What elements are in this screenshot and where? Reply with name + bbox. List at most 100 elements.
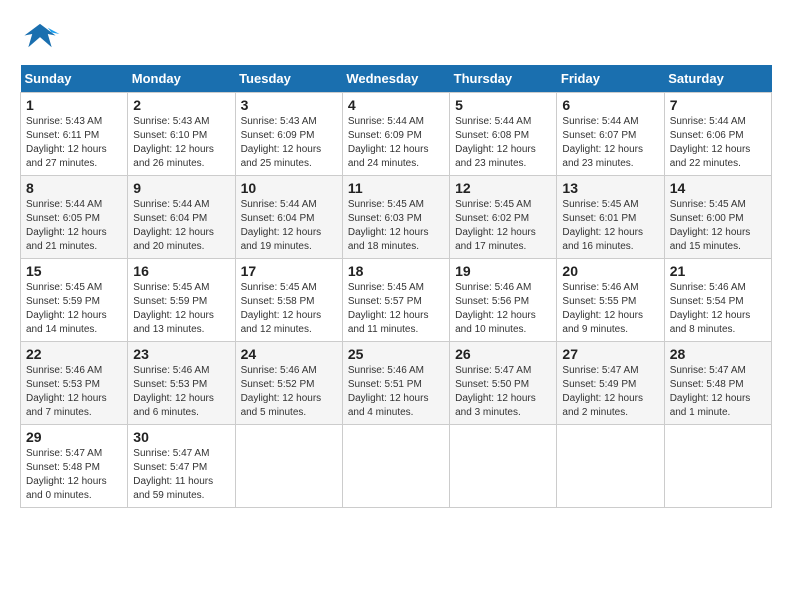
- calendar-week-row: 8Sunrise: 5:44 AM Sunset: 6:05 PM Daylig…: [21, 176, 772, 259]
- column-header-saturday: Saturday: [664, 65, 771, 93]
- day-info: Sunrise: 5:45 AM Sunset: 5:59 PM Dayligh…: [133, 281, 229, 337]
- day-info: Sunrise: 5:43 AM Sunset: 6:11 PM Dayligh…: [26, 115, 122, 171]
- day-info: Sunrise: 5:45 AM Sunset: 5:58 PM Dayligh…: [241, 281, 337, 337]
- day-info: Sunrise: 5:46 AM Sunset: 5:53 PM Dayligh…: [133, 364, 229, 420]
- calendar-body: 1 Sunrise: 5:43 AM Sunset: 6:11 PM Daylig…: [21, 93, 772, 508]
- day-number: 9: [133, 180, 229, 196]
- day-info: Sunrise: 5:43 AM Sunset: 6:10 PM Dayligh…: [133, 115, 229, 171]
- day-number: 3: [241, 97, 337, 113]
- logo: [20, 20, 64, 55]
- day-number: 20: [562, 263, 658, 279]
- calendar-header: SundayMondayTuesdayWednesdayThursdayFrid…: [21, 65, 772, 93]
- day-number: 4: [348, 97, 444, 113]
- calendar-day-cell: 30 Sunrise: 5:47 AM Sunset: 5:47 PM Dayli…: [128, 425, 235, 508]
- column-header-sunday: Sunday: [21, 65, 128, 93]
- day-number: 13: [562, 180, 658, 196]
- calendar-day-cell: 1 Sunrise: 5:43 AM Sunset: 6:11 PM Daylig…: [21, 93, 128, 176]
- day-number: 21: [670, 263, 766, 279]
- day-info: Sunrise: 5:47 AM Sunset: 5:49 PM Dayligh…: [562, 364, 658, 420]
- logo-icon: [20, 20, 60, 55]
- day-info: Sunrise: 5:45 AM Sunset: 6:02 PM Dayligh…: [455, 198, 551, 254]
- calendar-day-cell: 11 Sunrise: 5:45 AM Sunset: 6:03 PM Dayli…: [342, 176, 449, 259]
- calendar-day-cell: 14Sunrise: 5:45 AM Sunset: 6:00 PM Dayli…: [664, 176, 771, 259]
- calendar-day-cell: 20 Sunrise: 5:46 AM Sunset: 5:55 PM Dayli…: [557, 259, 664, 342]
- calendar-day-cell: 10 Sunrise: 5:44 AM Sunset: 6:04 PM Dayli…: [235, 176, 342, 259]
- empty-cell: [450, 425, 557, 508]
- day-info: Sunrise: 5:45 AM Sunset: 6:01 PM Dayligh…: [562, 198, 658, 254]
- day-number: 10: [241, 180, 337, 196]
- header-row: SundayMondayTuesdayWednesdayThursdayFrid…: [21, 65, 772, 93]
- calendar-day-cell: 22Sunrise: 5:46 AM Sunset: 5:53 PM Dayli…: [21, 342, 128, 425]
- day-info: Sunrise: 5:46 AM Sunset: 5:54 PM Dayligh…: [670, 281, 766, 337]
- calendar-table: SundayMondayTuesdayWednesdayThursdayFrid…: [20, 65, 772, 508]
- calendar-day-cell: 17 Sunrise: 5:45 AM Sunset: 5:58 PM Dayli…: [235, 259, 342, 342]
- calendar-day-cell: 4 Sunrise: 5:44 AM Sunset: 6:09 PM Daylig…: [342, 93, 449, 176]
- day-number: 18: [348, 263, 444, 279]
- calendar-day-cell: 3Sunrise: 5:43 AM Sunset: 6:09 PM Daylig…: [235, 93, 342, 176]
- calendar-day-cell: 13 Sunrise: 5:45 AM Sunset: 6:01 PM Dayli…: [557, 176, 664, 259]
- day-info: Sunrise: 5:46 AM Sunset: 5:51 PM Dayligh…: [348, 364, 444, 420]
- calendar-day-cell: 25 Sunrise: 5:46 AM Sunset: 5:51 PM Dayli…: [342, 342, 449, 425]
- calendar-day-cell: 21 Sunrise: 5:46 AM Sunset: 5:54 PM Dayli…: [664, 259, 771, 342]
- calendar-day-cell: 16 Sunrise: 5:45 AM Sunset: 5:59 PM Dayli…: [128, 259, 235, 342]
- day-info: Sunrise: 5:44 AM Sunset: 6:09 PM Dayligh…: [348, 115, 444, 171]
- calendar-day-cell: 5 Sunrise: 5:44 AM Sunset: 6:08 PM Daylig…: [450, 93, 557, 176]
- calendar-week-row: 29 Sunrise: 5:47 AM Sunset: 5:48 PM Dayli…: [21, 425, 772, 508]
- column-header-friday: Friday: [557, 65, 664, 93]
- calendar-day-cell: 7Sunrise: 5:44 AM Sunset: 6:06 PM Daylig…: [664, 93, 771, 176]
- day-number: 2: [133, 97, 229, 113]
- day-number: 22: [26, 346, 122, 362]
- day-number: 1: [26, 97, 122, 113]
- calendar-week-row: 22 Sunrise: 5:46 AM Sunset: 5:53 PM Dayli…: [21, 342, 772, 425]
- day-info: Sunrise: 5:45 AM Sunset: 5:57 PM Dayligh…: [348, 281, 444, 337]
- day-number: 12: [455, 180, 551, 196]
- day-number: 30: [133, 429, 229, 445]
- day-info: Sunrise: 5:44 AM Sunset: 6:05 PM Dayligh…: [26, 198, 122, 254]
- column-header-tuesday: Tuesday: [235, 65, 342, 93]
- calendar-day-cell: 23 Sunrise: 5:46 AM Sunset: 5:53 PM Dayli…: [128, 342, 235, 425]
- empty-cell: [342, 425, 449, 508]
- day-info: Sunrise: 5:46 AM Sunset: 5:55 PM Dayligh…: [562, 281, 658, 337]
- calendar-day-cell: 19Sunrise: 5:46 AM Sunset: 5:56 PM Dayli…: [450, 259, 557, 342]
- day-number: 23: [133, 346, 229, 362]
- calendar-day-cell: 18 Sunrise: 5:45 AM Sunset: 5:57 PM Dayli…: [342, 259, 449, 342]
- column-header-thursday: Thursday: [450, 65, 557, 93]
- calendar-week-row: 15Sunrise: 5:45 AM Sunset: 5:59 PM Dayli…: [21, 259, 772, 342]
- day-number: 26: [455, 346, 551, 362]
- calendar-day-cell: 2 Sunrise: 5:43 AM Sunset: 6:10 PM Daylig…: [128, 93, 235, 176]
- day-info: Sunrise: 5:47 AM Sunset: 5:48 PM Dayligh…: [26, 447, 122, 503]
- day-info: Sunrise: 5:47 AM Sunset: 5:47 PM Dayligh…: [133, 447, 229, 503]
- calendar-day-cell: 6 Sunrise: 5:44 AM Sunset: 6:07 PM Daylig…: [557, 93, 664, 176]
- day-info: Sunrise: 5:46 AM Sunset: 5:52 PM Dayligh…: [241, 364, 337, 420]
- day-number: 28: [670, 346, 766, 362]
- calendar-day-cell: 29 Sunrise: 5:47 AM Sunset: 5:48 PM Dayli…: [21, 425, 128, 508]
- column-header-monday: Monday: [128, 65, 235, 93]
- day-info: Sunrise: 5:44 AM Sunset: 6:08 PM Dayligh…: [455, 115, 551, 171]
- calendar-day-cell: 28 Sunrise: 5:47 AM Sunset: 5:48 PM Dayli…: [664, 342, 771, 425]
- day-info: Sunrise: 5:44 AM Sunset: 6:04 PM Dayligh…: [241, 198, 337, 254]
- day-number: 6: [562, 97, 658, 113]
- empty-cell: [664, 425, 771, 508]
- page-header: [20, 20, 772, 55]
- calendar-week-row: 1 Sunrise: 5:43 AM Sunset: 6:11 PM Daylig…: [21, 93, 772, 176]
- calendar-day-cell: 26Sunrise: 5:47 AM Sunset: 5:50 PM Dayli…: [450, 342, 557, 425]
- day-info: Sunrise: 5:47 AM Sunset: 5:48 PM Dayligh…: [670, 364, 766, 420]
- day-info: Sunrise: 5:44 AM Sunset: 6:04 PM Dayligh…: [133, 198, 229, 254]
- day-info: Sunrise: 5:45 AM Sunset: 6:00 PM Dayligh…: [670, 198, 766, 254]
- calendar-day-cell: 24Sunrise: 5:46 AM Sunset: 5:52 PM Dayli…: [235, 342, 342, 425]
- day-number: 11: [348, 180, 444, 196]
- day-number: 29: [26, 429, 122, 445]
- calendar-day-cell: 27Sunrise: 5:47 AM Sunset: 5:49 PM Dayli…: [557, 342, 664, 425]
- day-number: 5: [455, 97, 551, 113]
- calendar-day-cell: 15Sunrise: 5:45 AM Sunset: 5:59 PM Dayli…: [21, 259, 128, 342]
- day-number: 25: [348, 346, 444, 362]
- day-number: 16: [133, 263, 229, 279]
- day-info: Sunrise: 5:44 AM Sunset: 6:07 PM Dayligh…: [562, 115, 658, 171]
- calendar-day-cell: 8Sunrise: 5:44 AM Sunset: 6:05 PM Daylig…: [21, 176, 128, 259]
- day-info: Sunrise: 5:46 AM Sunset: 5:56 PM Dayligh…: [455, 281, 551, 337]
- day-number: 7: [670, 97, 766, 113]
- empty-cell: [235, 425, 342, 508]
- day-info: Sunrise: 5:45 AM Sunset: 6:03 PM Dayligh…: [348, 198, 444, 254]
- day-number: 17: [241, 263, 337, 279]
- calendar-day-cell: 9 Sunrise: 5:44 AM Sunset: 6:04 PM Daylig…: [128, 176, 235, 259]
